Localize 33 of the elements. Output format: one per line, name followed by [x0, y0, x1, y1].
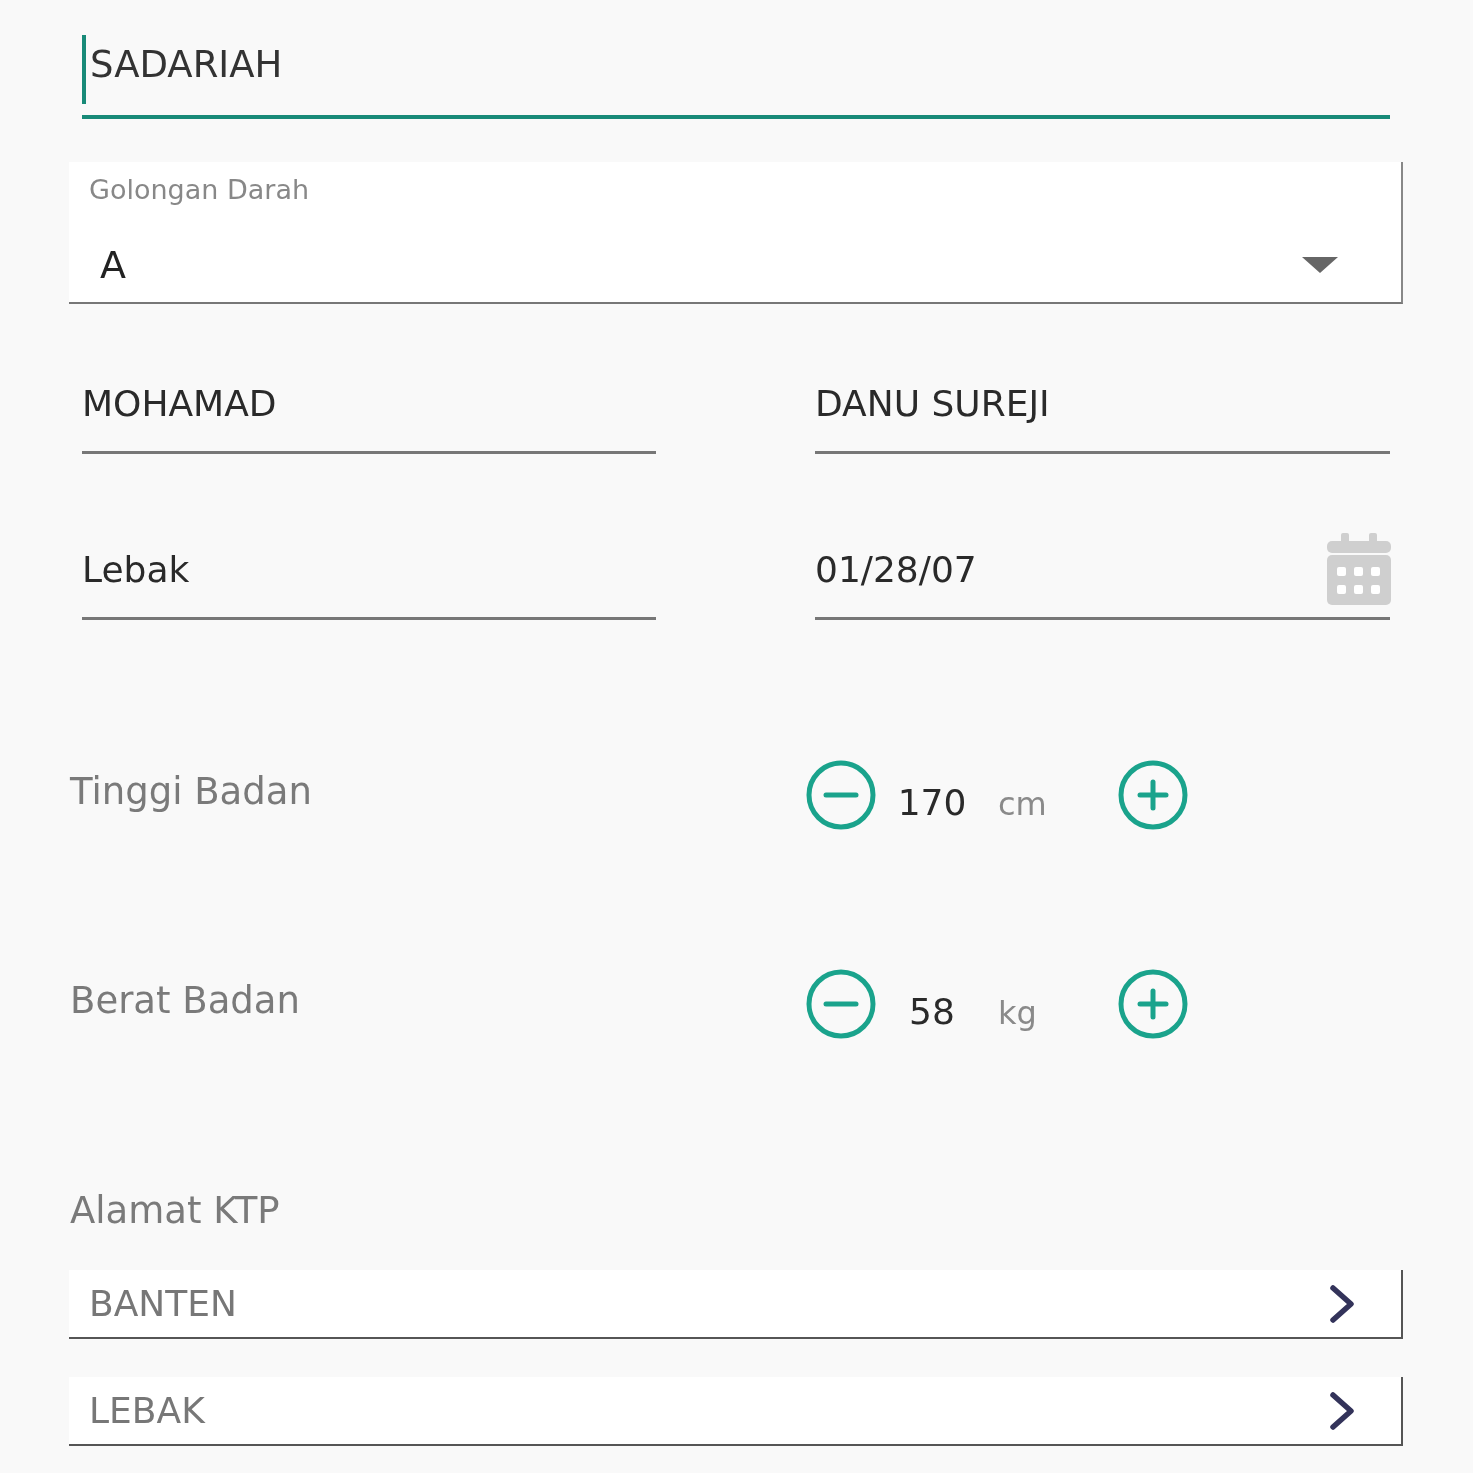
- address-select-row[interactable]: BANTEN: [69, 1270, 1403, 1339]
- select-value: A: [100, 242, 126, 289]
- chevron-right-icon: [1329, 1283, 1355, 1324]
- section-title: Alamat KTP: [70, 1188, 280, 1234]
- increment-button[interactable]: [1118, 760, 1188, 830]
- blood-type-select[interactable]: Golongan Darah A: [69, 162, 1403, 304]
- increment-button[interactable]: [1118, 969, 1188, 1039]
- minus-icon: [806, 760, 876, 830]
- measurement-value: 170: [897, 781, 967, 823]
- unit-label: kg: [998, 994, 1037, 1032]
- field-label: Golongan Darah: [89, 173, 310, 207]
- caret-icon: [1302, 257, 1338, 273]
- plus-icon: [1118, 969, 1188, 1039]
- chevron-right-icon: [1329, 1390, 1355, 1431]
- address-value: LEBAK: [89, 1390, 205, 1431]
- calendar-icon[interactable]: [1327, 533, 1391, 605]
- text-field[interactable]: DANU SUREJI: [815, 370, 1390, 454]
- measurement-label: Tinggi Badan: [70, 769, 312, 813]
- decrement-button[interactable]: [806, 760, 876, 830]
- text-cursor: [82, 35, 86, 104]
- plus-icon: [1118, 760, 1188, 830]
- address-select-row[interactable]: LEBAK: [69, 1377, 1403, 1446]
- unit-label: cm: [998, 785, 1047, 823]
- decrement-button[interactable]: [806, 969, 876, 1039]
- measurement-label: Berat Badan: [70, 978, 300, 1022]
- measurement-value: 58: [909, 990, 955, 1032]
- minus-icon: [806, 969, 876, 1039]
- date-field[interactable]: 01/28/07: [815, 535, 1390, 620]
- text-field[interactable]: Lebak: [82, 535, 656, 620]
- text-field[interactable]: MOHAMAD: [82, 370, 656, 454]
- date-value: 01/28/07: [815, 548, 977, 590]
- name-field[interactable]: SADARIAH: [82, 30, 1390, 119]
- address-value: BANTEN: [89, 1283, 237, 1324]
